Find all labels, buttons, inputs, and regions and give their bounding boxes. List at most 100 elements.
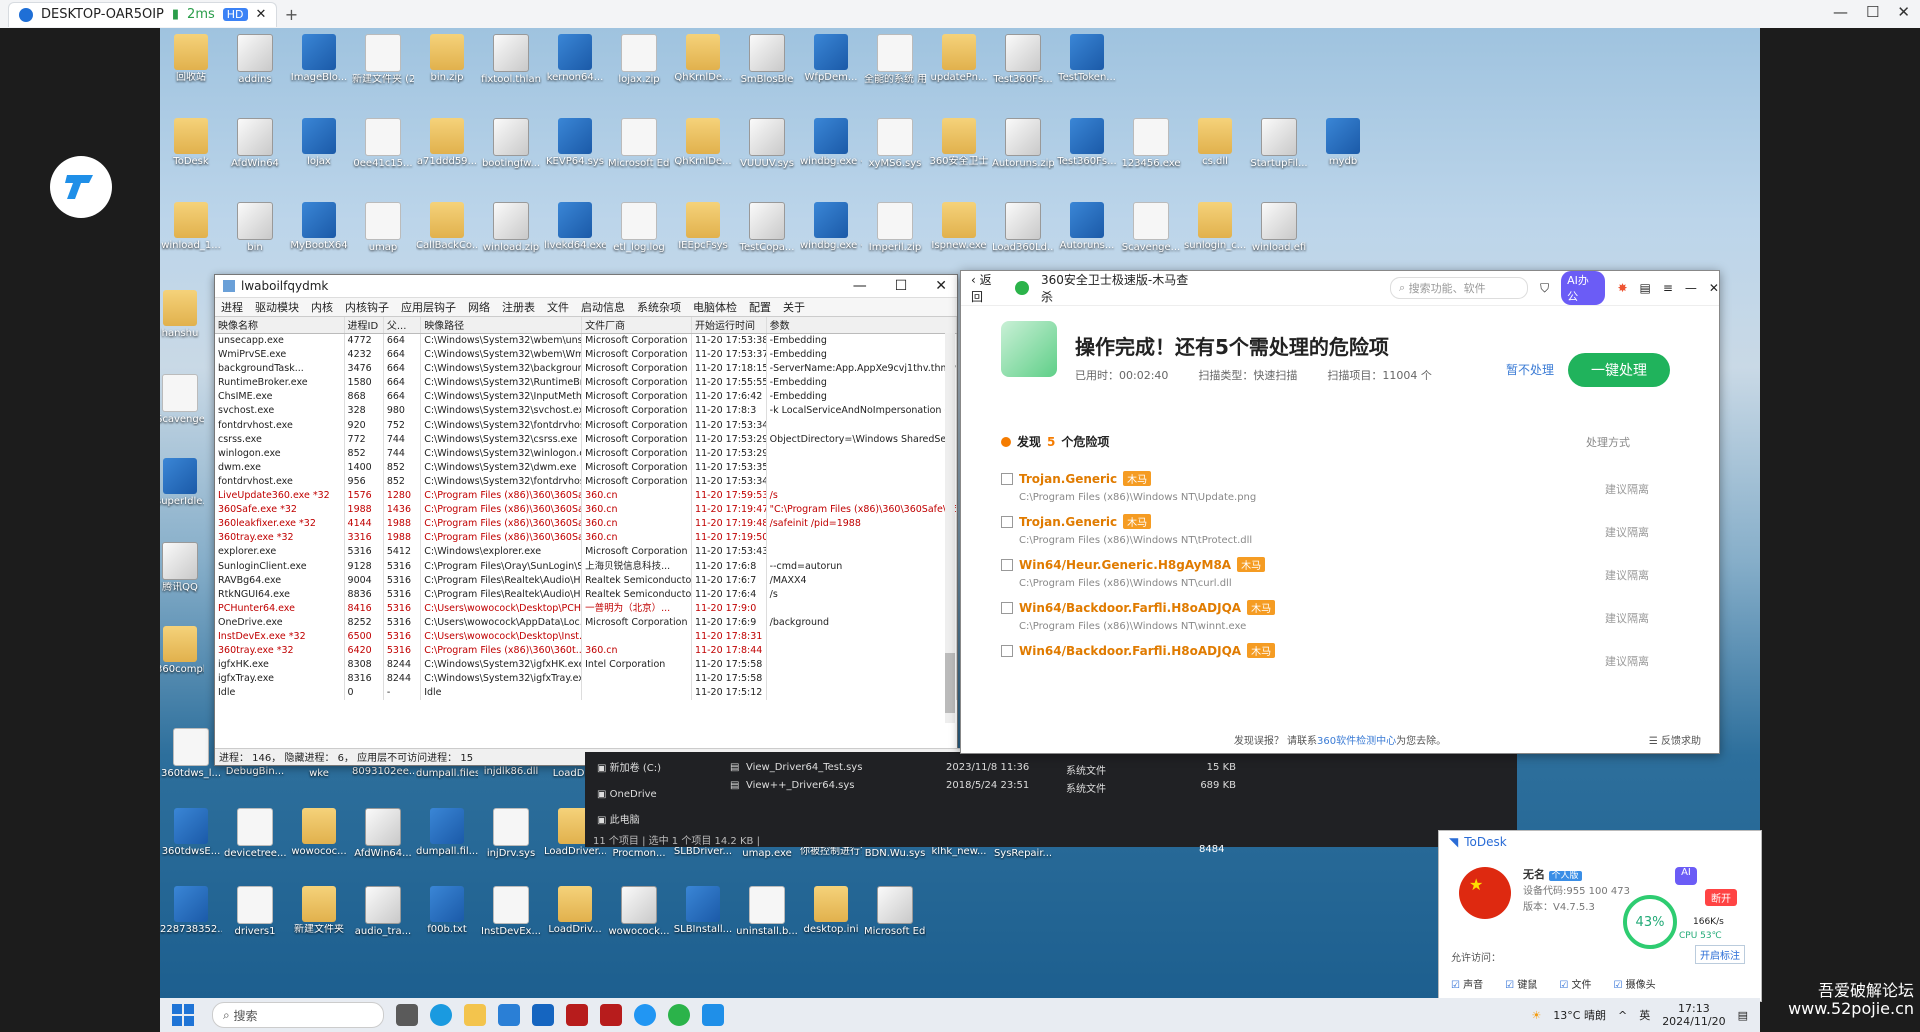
explorer-nav-item[interactable]: ▣ 新加卷 (C:)	[597, 756, 661, 782]
desktop-icon[interactable]: livekd64.exe - 快捷方式	[544, 202, 606, 252]
menu-icon[interactable]: ≡	[1663, 281, 1673, 295]
tab-7[interactable]: 文件	[547, 299, 569, 315]
desktop-icon[interactable]: TestCopa...	[736, 202, 798, 254]
ime-indicator[interactable]: 英	[1639, 1007, 1650, 1023]
desktop-icon[interactable]: updatePn...	[928, 34, 990, 84]
desktop-icon[interactable]: Microsoft Edge	[864, 886, 926, 938]
ai-office-badge[interactable]: AI办公	[1561, 271, 1606, 305]
remote-tab[interactable]: DESKTOP-OAR5OIP ▮ 2ms HD ✕	[8, 1, 278, 27]
explorer-nav-item[interactable]: ▣ OneDrive	[597, 782, 661, 808]
sys-app-icon[interactable]	[566, 1004, 588, 1026]
desktop-icon[interactable]: IEEpcFsys	[672, 202, 734, 252]
desktop-icon[interactable]: ImageBlo...	[288, 34, 350, 84]
minimize-icon[interactable]: —	[1833, 3, 1848, 21]
tab-3[interactable]: 内核钩子	[345, 299, 389, 315]
table-row[interactable]: igfxHK.exe 8308 8244 C:\Windows\System32\ig…	[215, 658, 957, 673]
desktop-icon[interactable]: winload.efi	[1248, 202, 1310, 254]
search-input[interactable]: ⌕ 搜索功能、软件	[1389, 277, 1529, 299]
todesk-logo[interactable]	[50, 156, 112, 218]
tray-expand-icon[interactable]: ^	[1618, 1009, 1627, 1022]
weather[interactable]: 13°C 晴朗	[1553, 1007, 1606, 1023]
desktop-icon[interactable]: 360compl...	[160, 626, 204, 676]
table-row[interactable]: winlogon.exe 852 744 C:\Windows\System32\wi…	[215, 446, 957, 461]
desktop-icon[interactable]: windbg.exe - 快捷方式	[800, 202, 862, 252]
back-button[interactable]: ‹ 返回	[971, 271, 1003, 305]
desktop-icon[interactable]: drivers1	[224, 886, 286, 938]
desktop-icon[interactable]: 228738352...	[160, 886, 222, 936]
task-view-icon[interactable]	[396, 1004, 418, 1026]
desktop-icon[interactable]: SmBlosBle	[736, 34, 798, 86]
safe360-taskbar-icon[interactable]	[668, 1004, 690, 1026]
table-row[interactable]: ChsIME.exe 868 664 C:\Windows\System32\Inpu…	[215, 390, 957, 405]
desktop-icon[interactable]: TestToken...	[1056, 34, 1118, 84]
desktop-icon[interactable]: 360安全卫士	[928, 118, 990, 168]
table-row[interactable]: igfxTray.exe 8316 8244 C:\Windows\System32\…	[215, 672, 957, 687]
desktop-icon[interactable]: Ispnew.exe	[928, 202, 990, 252]
column-header[interactable]: 进程ID	[345, 317, 384, 333]
table-row[interactable]: WmiPrvSE.exe 4232 664 C:\Windows\System32\w…	[215, 348, 957, 363]
desktop-icon[interactable]: mydb	[1312, 118, 1374, 168]
risk-checkbox[interactable]	[1001, 472, 1013, 485]
permission-toggle[interactable]: ☑ 摄像头	[1613, 976, 1655, 991]
desktop-icon[interactable]: 123456.exe	[1120, 118, 1182, 170]
table-row[interactable]: 360leakfixer.exe *32 4144 1988 C:\Program F…	[215, 517, 957, 532]
risk-checkbox[interactable]	[1001, 515, 1013, 528]
desktop-icon[interactable]: wowococ...	[288, 808, 350, 858]
desktop-icon[interactable]: 0ee41c15...	[352, 118, 414, 170]
hd-badge[interactable]: HD	[222, 8, 248, 21]
desktop-icon[interactable]: ToDesk	[160, 118, 222, 168]
table-row[interactable]: OneDrive.exe 8252 5316 C:\Users\wowocock\Ap…	[215, 615, 957, 630]
quarantine-action[interactable]: 建议隔离	[1605, 610, 1649, 626]
tab-0[interactable]: 进程	[221, 299, 243, 315]
desktop-icon[interactable]: 新建文件夹 (2)	[352, 34, 414, 86]
tab-1[interactable]: 驱动模块	[255, 299, 299, 315]
close-icon[interactable]: ✕	[935, 278, 947, 294]
maximize-icon[interactable]: ☐	[895, 278, 908, 294]
desktop-icon[interactable]: superIdle...	[160, 458, 204, 508]
todesk-taskbar-icon[interactable]	[702, 1004, 724, 1026]
table-row[interactable]: InstDevEx.exe *32 6500 5316 C:\Users\wowoco…	[215, 629, 957, 645]
table-row[interactable]: Idle 0- Idle 11-20 17:5:12	[215, 686, 957, 701]
table-row[interactable]: fontdrvhost.exe 920 752 C:\Windows\System32…	[215, 418, 957, 433]
close-tab-icon[interactable]: ✕	[256, 7, 267, 22]
mail-icon[interactable]	[532, 1004, 554, 1026]
desktop-icon[interactable]: MyBootX64	[288, 202, 350, 252]
permission-toggle[interactable]: ☑ 文件	[1559, 976, 1591, 991]
edge-icon[interactable]	[430, 1004, 452, 1026]
table-row[interactable]: PCHunter64.exe 8416 5316 C:\Users\wowocock\…	[215, 601, 957, 616]
minimize-icon[interactable]: —	[1685, 281, 1697, 295]
desktop-icon[interactable]: bin	[224, 202, 286, 254]
desktop-icon[interactable]: kernon64...	[544, 34, 606, 84]
sys-app-icon-2[interactable]	[600, 1004, 622, 1026]
desktop-icon[interactable]: VUUUV.sys	[736, 118, 798, 170]
tab-4[interactable]: 应用层钩子	[401, 299, 456, 315]
open-notes-button[interactable]: 开启标注	[1695, 945, 1745, 964]
file-row[interactable]: ▤ View++_Driver64.sys 2018/5/24 23:51 系统文件 6…	[730, 780, 1236, 795]
feedback-link[interactable]: ☰ 反馈求助	[1649, 732, 1701, 747]
table-row[interactable]: backgroundTask... 3476 664 C:\Windows\Syste…	[215, 362, 957, 377]
desktop-icon[interactable]: Test360Fs...	[992, 34, 1054, 86]
store-icon[interactable]	[498, 1004, 520, 1026]
desktop-icon[interactable]: desktop.ini	[800, 886, 862, 936]
column-header[interactable]: 参数	[767, 317, 957, 333]
settings-icon[interactable]	[634, 1004, 656, 1026]
taskbar-search[interactable]: ⌕ 搜索	[212, 1002, 384, 1028]
desktop-icon[interactable]: 360tdws_l...	[160, 728, 222, 780]
desktop-icon[interactable]: Autoruns...	[1056, 202, 1118, 252]
desktop-icon[interactable]: umap	[352, 202, 414, 254]
table-row[interactable]: fontdrvhost.exe 956 852 C:\Windows\System32…	[215, 474, 957, 490]
desktop-icon[interactable]: lojax	[288, 118, 350, 168]
table-row[interactable]: RAVBg64.exe 9004 5316 C:\Program Files\Real…	[215, 573, 957, 588]
desktop-icon[interactable]: CallBackCo...	[416, 202, 478, 252]
desktop-icon[interactable]: fixtool.thlan	[480, 34, 542, 86]
tab-12[interactable]: 关于	[783, 299, 805, 315]
desktop-icon[interactable]: StartupFil...	[1248, 118, 1310, 170]
table-row[interactable]: LiveUpdate360.exe *32 1576 1280 C:\Program …	[215, 489, 957, 504]
desktop-icon[interactable]: QhKrnlDe...	[672, 118, 734, 168]
desktop-icon[interactable]: bin.zip	[416, 34, 478, 84]
desktop-icon[interactable]: Load360Ld...	[992, 202, 1054, 254]
tab-11[interactable]: 配置	[749, 299, 771, 315]
tab-2[interactable]: 内核	[311, 299, 333, 315]
desktop-icon[interactable]: Scavenge...	[1120, 202, 1182, 254]
desktop-icon[interactable]: wowocock...	[608, 886, 670, 938]
